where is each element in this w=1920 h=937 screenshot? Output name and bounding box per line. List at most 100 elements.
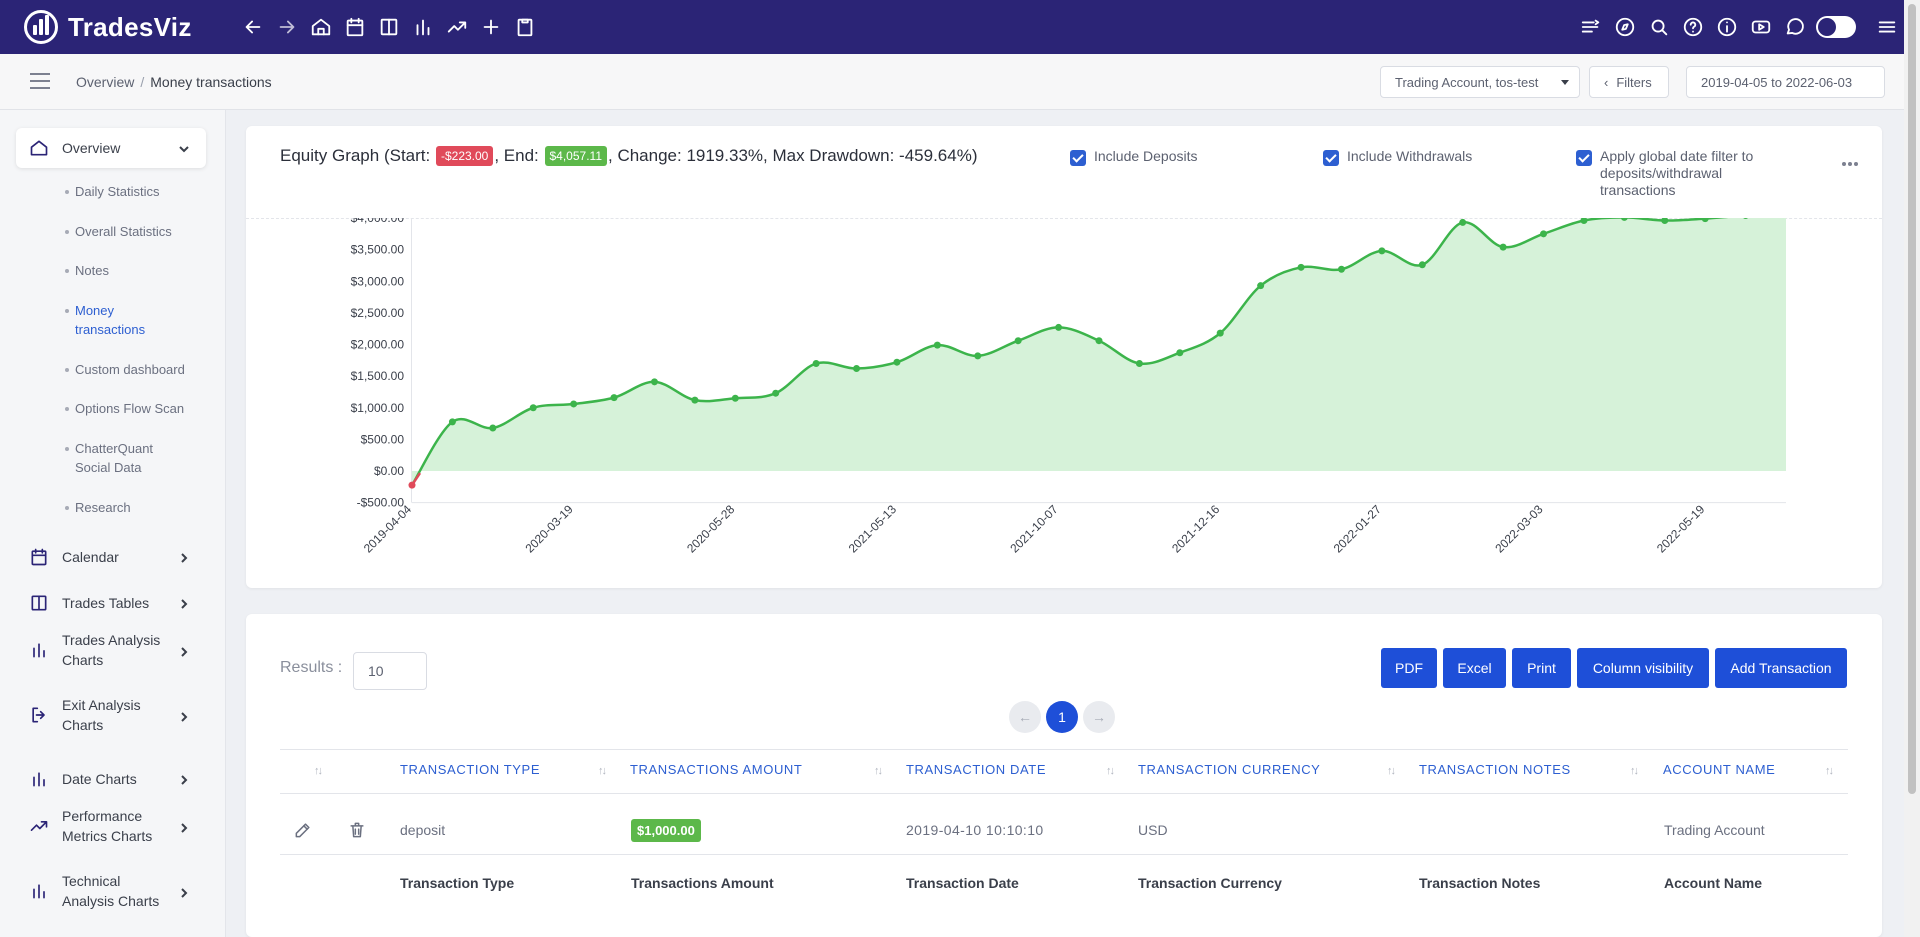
calendar-icon[interactable] [338, 10, 372, 44]
sort-icon[interactable]: ↑↓ [1387, 765, 1396, 777]
sort-icon[interactable]: ↑↓ [598, 765, 607, 777]
sidebar-sub-chatterquant[interactable]: ChatterQuant Social Data [65, 439, 175, 477]
data-point [650, 378, 658, 386]
checkbox-checked-icon [1323, 150, 1339, 166]
header-transaction-date[interactable]: TRANSACTION DATE [906, 762, 1046, 777]
divider [280, 854, 1848, 855]
include-withdrawals-checkbox[interactable]: Include Withdrawals [1323, 148, 1472, 166]
footer-transaction-type: Transaction Type [400, 875, 515, 891]
include-deposits-checkbox[interactable]: Include Deposits [1070, 148, 1198, 166]
sidebar-sub-research[interactable]: Research [65, 498, 205, 517]
results-per-page-input[interactable]: 10 [353, 652, 427, 690]
menu-icon[interactable] [1870, 10, 1904, 44]
sort-icon[interactable]: ↑↓ [314, 765, 323, 777]
column-visibility-button[interactable]: Column visibility [1577, 648, 1709, 688]
y-tick-label: $2,500.00 [351, 306, 405, 320]
chevron-right-icon [178, 645, 190, 657]
footer-transaction-date: Transaction Date [906, 875, 1019, 891]
sort-icon[interactable]: ↑↓ [874, 765, 883, 777]
header-transaction-currency[interactable]: TRANSACTION CURRENCY [1138, 762, 1320, 777]
info-icon[interactable] [1710, 10, 1744, 44]
y-tick-label: $0.00 [374, 464, 404, 478]
trend-up-icon [29, 816, 49, 839]
sidebar-item-date-charts[interactable]: Date Charts [0, 759, 226, 799]
filters-label: Filters [1616, 74, 1652, 90]
more-options-icon[interactable] [1842, 162, 1860, 168]
global-date-filter-checkbox[interactable]: Apply global date filter to deposits/wit… [1576, 148, 1766, 199]
pdf-button[interactable]: PDF [1381, 648, 1437, 688]
header-transaction-notes[interactable]: TRANSACTION NOTES [1419, 762, 1571, 777]
y-tick-label: $3,500.00 [351, 243, 405, 257]
edit-icon[interactable] [293, 820, 313, 845]
logo[interactable]: TradesViz [24, 10, 192, 44]
checkbox-label: Include Deposits [1094, 148, 1198, 164]
sidebar-item-exit-analysis-charts[interactable]: Exit Analysis Charts [0, 695, 226, 743]
data-point [529, 404, 537, 412]
calendar-icon [29, 547, 49, 570]
compass-icon[interactable] [1608, 10, 1642, 44]
breadcrumb-root[interactable]: Overview [76, 74, 134, 90]
sidebar-overview-row[interactable]: Overview [0, 138, 226, 158]
results-label: Results : [280, 659, 343, 676]
header-transaction-type[interactable]: TRANSACTION TYPE [400, 762, 540, 777]
sidebar-item-trades-analysis-charts[interactable]: Trades Analysis Charts [0, 630, 226, 678]
print-button[interactable]: Print [1512, 648, 1571, 688]
y-tick-label: $3,000.00 [351, 274, 405, 288]
next-page-icon[interactable]: → [1083, 701, 1115, 733]
sidebar-item-calendar[interactable]: Calendar [0, 537, 226, 577]
chevron-left-icon: ‹ [1604, 74, 1609, 90]
exit-icon [29, 705, 49, 728]
brand-name: TradesViz [68, 11, 192, 42]
home-icon[interactable] [304, 10, 338, 44]
data-point [1499, 243, 1507, 251]
header-account-name[interactable]: ACCOUNT NAME [1663, 762, 1775, 777]
excel-button[interactable]: Excel [1443, 648, 1506, 688]
cell-transaction-type: deposit [400, 822, 446, 838]
book-icon[interactable] [372, 10, 406, 44]
trash-icon[interactable] [347, 820, 367, 845]
scrollbar-thumb[interactable] [1908, 4, 1916, 794]
back-arrow-icon[interactable] [236, 10, 270, 44]
prev-page-icon[interactable]: ← [1009, 701, 1041, 733]
title-suffix: , Change: 1919.33%, Max Drawdown: -459.6… [608, 146, 978, 165]
add-transaction-button[interactable]: Add Transaction [1715, 648, 1847, 688]
bar-chart-icon [29, 881, 49, 904]
sidebar-sub-notes[interactable]: Notes [65, 261, 205, 280]
data-point [1216, 329, 1224, 337]
clipboard-icon[interactable] [508, 10, 542, 44]
sidebar-sub-money-transactions[interactable]: Money transactions [65, 301, 175, 339]
sidebar-toggle-icon[interactable] [30, 73, 50, 94]
trend-up-icon[interactable] [440, 10, 474, 44]
chat-icon[interactable] [1778, 10, 1812, 44]
date-range-picker[interactable]: 2019-04-05 to 2022-06-03 [1686, 66, 1885, 98]
filters-button[interactable]: ‹ Filters [1589, 66, 1669, 98]
sidebar-item-technical-analysis-charts[interactable]: Technical Analysis Charts [0, 871, 226, 919]
forward-arrow-icon[interactable] [270, 10, 304, 44]
sidebar-sub-options-flow-scan[interactable]: Options Flow Scan [65, 399, 205, 418]
footer-transactions-amount: Transactions Amount [631, 875, 774, 891]
sort-icon[interactable]: ↑↓ [1106, 765, 1115, 777]
data-point [933, 341, 941, 349]
youtube-icon[interactable] [1744, 10, 1778, 44]
y-tick-label: $1,000.00 [351, 401, 405, 415]
sidebar-item-trades-tables[interactable]: Trades Tables [0, 583, 226, 623]
sidebar-sub-custom-dashboard[interactable]: Custom dashboard [65, 360, 205, 379]
data-point [772, 389, 780, 397]
account-select[interactable]: Trading Account, tos-test [1380, 66, 1580, 98]
theme-toggle[interactable] [1816, 16, 1856, 38]
filter-lines-icon[interactable] [1574, 10, 1608, 44]
help-icon[interactable] [1676, 10, 1710, 44]
y-tick-label: $4,000.00 [351, 218, 405, 225]
data-point [893, 358, 901, 366]
sidebar-sub-daily-statistics[interactable]: Daily Statistics [65, 182, 205, 201]
header-transactions-amount[interactable]: TRANSACTIONS AMOUNT [630, 762, 802, 777]
search-icon[interactable] [1642, 10, 1676, 44]
sort-icon[interactable]: ↑↓ [1825, 765, 1834, 777]
sidebar-sub-overall-statistics[interactable]: Overall Statistics [65, 222, 205, 241]
page-1-button[interactable]: 1 [1046, 701, 1078, 733]
bar-chart-icon[interactable] [406, 10, 440, 44]
sidebar-item-performance-metrics-charts[interactable]: Performance Metrics Charts [0, 806, 226, 854]
sort-icon[interactable]: ↑↓ [1630, 765, 1639, 777]
plus-icon[interactable] [474, 10, 508, 44]
end-value-badge: $4,057.11 [544, 146, 607, 166]
